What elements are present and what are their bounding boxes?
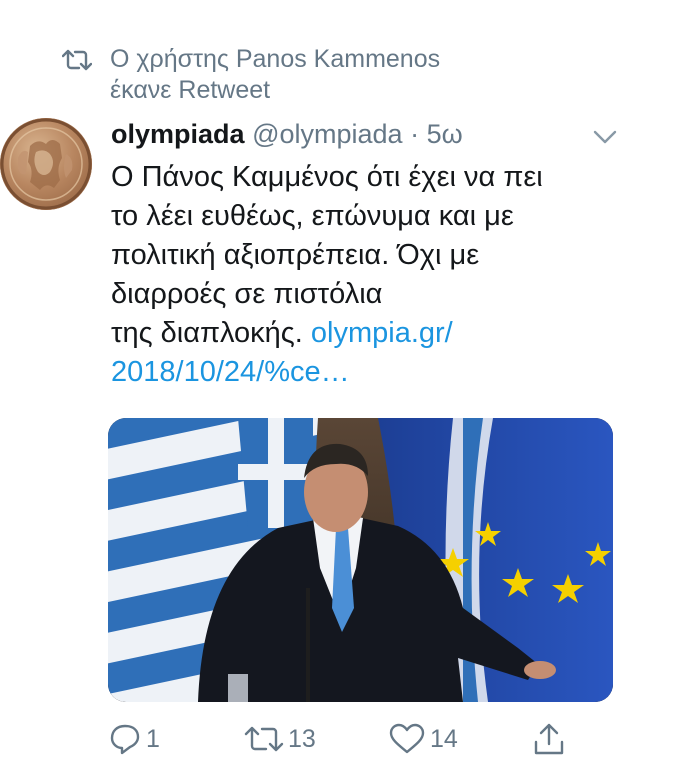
heart-icon xyxy=(389,723,425,754)
like-count: 14 xyxy=(430,724,458,753)
chevron-down-icon[interactable] xyxy=(592,128,618,146)
share-button[interactable] xyxy=(532,722,570,758)
separator-dot: · xyxy=(410,119,420,149)
reply-count: 1 xyxy=(146,724,160,753)
reply-button[interactable]: 1 xyxy=(108,722,160,756)
tweet-link-part1[interactable]: olympia.gr/ xyxy=(311,317,453,349)
tweet-time[interactable]: 5ω xyxy=(427,119,463,149)
tweet-text-tail: της διαπλοκής. xyxy=(111,317,311,349)
author-handle[interactable]: @olympiada xyxy=(252,119,402,149)
share-icon xyxy=(534,723,564,755)
tweet-text: Ο Πάνος Καμμένος ότι έχει να πει το λέει… xyxy=(111,158,611,392)
tweet-text-line: πολιτική αξιοπρέπεια. Όχι με xyxy=(111,239,480,271)
tweet-media-photo[interactable] xyxy=(108,418,613,702)
retweet-button[interactable]: 13 xyxy=(244,722,316,756)
retweet-count: 13 xyxy=(288,724,316,753)
like-button[interactable]: 14 xyxy=(388,722,458,756)
olympic-medallion-avatar xyxy=(0,118,92,210)
reply-icon xyxy=(110,724,140,755)
retweet-icon xyxy=(62,49,92,71)
retweet-icon xyxy=(244,726,284,752)
tweet-link-part2[interactable]: 2018/10/24/%ce… xyxy=(111,353,611,392)
retweet-context[interactable]: Ο χρήστης Panos Kammenos έκανε Retweet xyxy=(62,44,490,106)
retweet-context-line1: Ο χρήστης Panos Kammenos xyxy=(110,45,441,73)
tweet-text-line: το λέει ευθέως, επώνυμα και με xyxy=(111,200,514,232)
tweet-action-bar: 1 13 14 xyxy=(108,722,578,772)
tweet-screen: Ο χρήστης Panos Kammenos έκανε Retweet o… xyxy=(0,0,700,781)
tweet-header: olympiada @olympiada · 5ω xyxy=(111,116,463,152)
author-name[interactable]: olympiada xyxy=(111,119,245,149)
tweet-text-line: Ο Πάνος Καμμένος ότι έχει να πει xyxy=(111,161,543,193)
avatar[interactable] xyxy=(0,118,92,210)
retweet-context-line2: έκανε Retweet xyxy=(110,76,271,104)
speaker-photo xyxy=(108,418,613,702)
tweet-text-line: διαρροές σε πιστόλια xyxy=(111,278,383,310)
